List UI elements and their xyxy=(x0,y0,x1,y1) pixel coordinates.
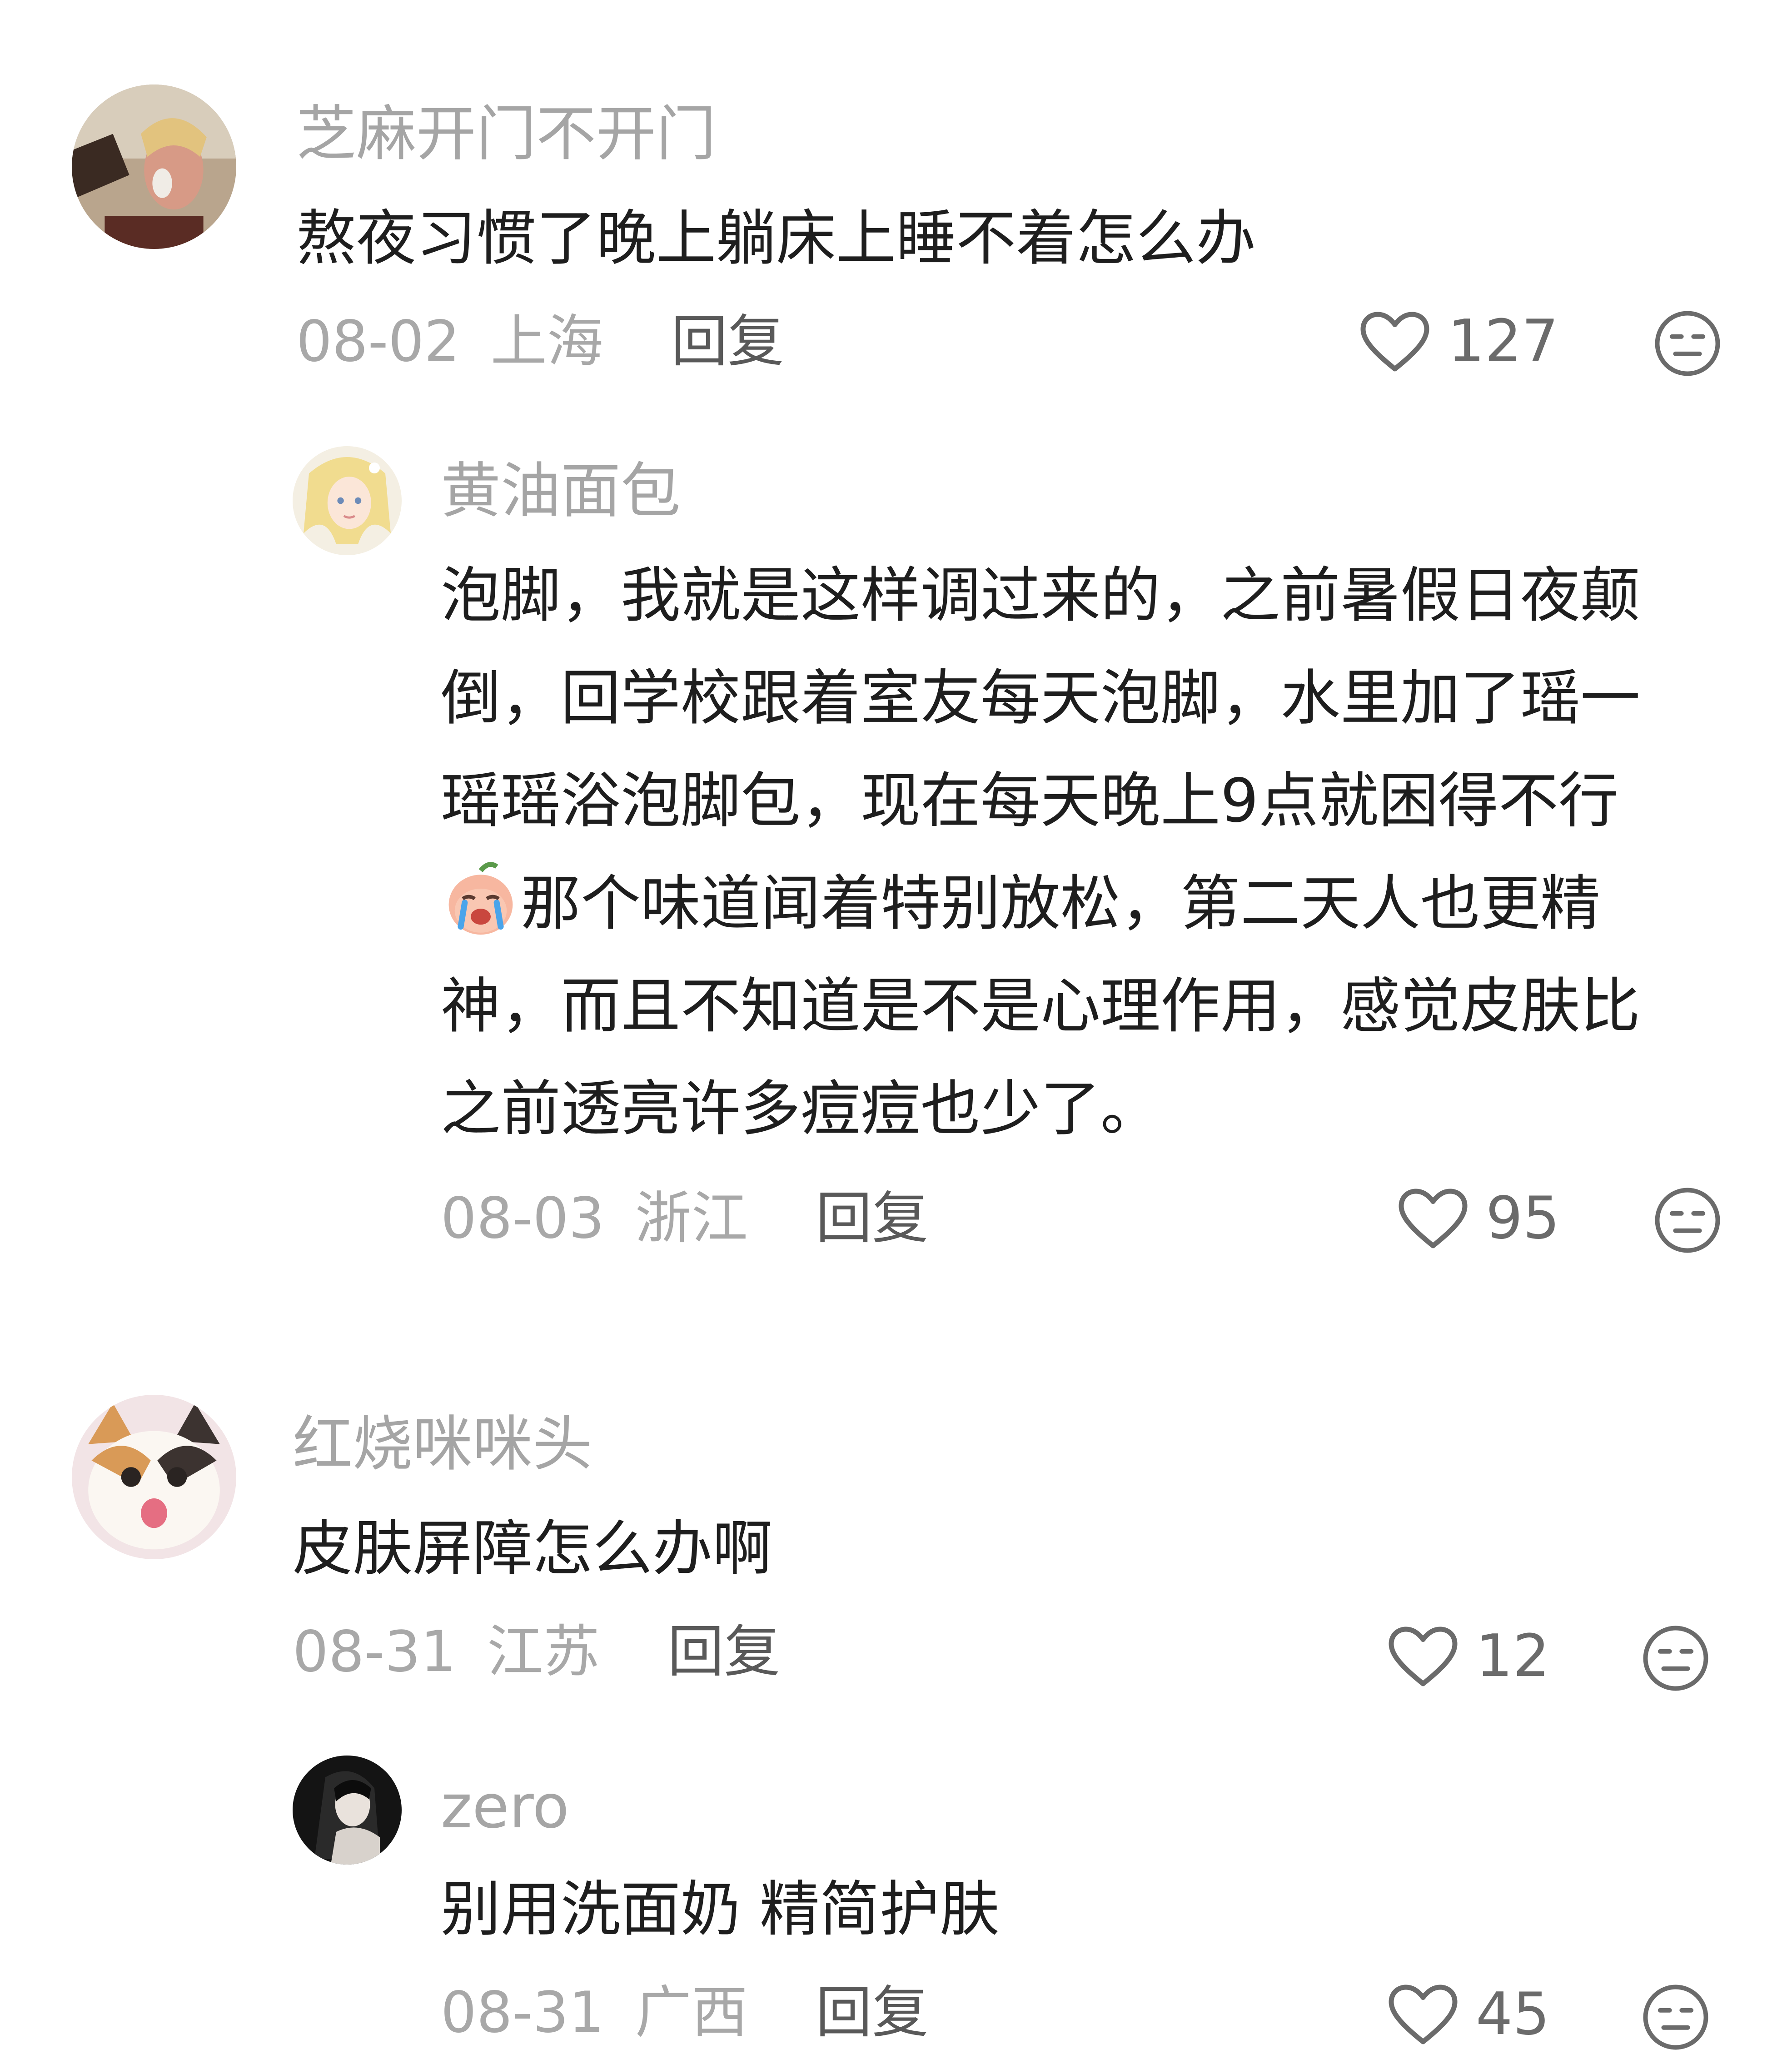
comment-date: 08-03 xyxy=(441,1186,605,1251)
comment-text-part: 那个味道闻着特别放松，第二天人也更精神，而且不知道是不是心理作用，感觉皮肤比之前… xyxy=(441,869,1640,1144)
anime-girl-avatar[interactable] xyxy=(293,446,402,555)
comment-meta: 08-31 广西 回复 xyxy=(441,1981,928,2044)
like-button[interactable]: 12 xyxy=(1387,1625,1550,1688)
dislike-face-icon[interactable] xyxy=(1653,309,1722,378)
dark-photo-avatar[interactable] xyxy=(293,1756,402,1865)
comment-meta: 08-03 浙江 回复 xyxy=(441,1187,928,1250)
comment-date: 08-02 xyxy=(296,309,460,374)
like-button[interactable]: 45 xyxy=(1387,1983,1550,2046)
dislike-face-icon[interactable] xyxy=(1653,1186,1722,1255)
like-count: 45 xyxy=(1476,1980,1550,2048)
username[interactable]: 芝麻开门不开门 xyxy=(296,100,716,168)
username[interactable]: 红烧咪咪头 xyxy=(293,1410,592,1478)
comment-meta: 08-02 上海 回复 xyxy=(296,310,784,373)
reply-button[interactable]: 回复 xyxy=(671,309,784,374)
like-button[interactable]: 127 xyxy=(1359,310,1558,373)
username[interactable]: zero xyxy=(441,1773,569,1841)
user-avatar-photo[interactable] xyxy=(72,85,236,249)
reply-button[interactable]: 回复 xyxy=(816,1186,928,1251)
heart-icon xyxy=(1387,1625,1459,1688)
heart-icon xyxy=(1387,1983,1459,2046)
comment-text-part: 泡脚，我就是这样调过来的，之前暑假日夜颠倒，回学校跟着室友每天泡脚，水里加了瑶一… xyxy=(441,561,1640,836)
reply-button[interactable]: 回复 xyxy=(816,1980,928,2045)
username[interactable]: 黄油面包 xyxy=(441,457,681,525)
comment-meta: 08-31 江苏 回复 xyxy=(293,1620,780,1684)
cat-avatar[interactable] xyxy=(72,1395,236,1559)
like-button[interactable]: 95 xyxy=(1397,1187,1560,1250)
comment-text: 皮肤屏障怎么办啊 xyxy=(293,1514,772,1584)
like-count: 127 xyxy=(1448,308,1559,375)
comment-date: 08-31 xyxy=(293,1619,457,1685)
dislike-face-icon[interactable] xyxy=(1641,1624,1710,1693)
heart-icon xyxy=(1397,1187,1469,1250)
comment-location: 上海 xyxy=(490,309,603,374)
comment-text: 泡脚，我就是这样调过来的，之前暑假日夜颠倒，回学校跟着室友每天泡脚，水里加了瑶一… xyxy=(441,544,1695,1160)
comment-text: 别用洗面奶 精简护肤 xyxy=(441,1875,1000,1945)
comment-location: 江苏 xyxy=(487,1619,600,1685)
comment-location: 浙江 xyxy=(635,1186,748,1251)
crying-peach-emoji-icon xyxy=(448,862,513,935)
comment-text: 熬夜习惯了晚上躺床上睡不着怎么办 xyxy=(296,204,1256,274)
like-count: 12 xyxy=(1476,1622,1550,1690)
like-count: 95 xyxy=(1486,1184,1560,1252)
reply-button[interactable]: 回复 xyxy=(667,1619,780,1685)
heart-icon xyxy=(1359,310,1431,373)
comment-location: 广西 xyxy=(635,1980,748,2045)
comment-date: 08-31 xyxy=(441,1980,605,2045)
dislike-face-icon[interactable] xyxy=(1641,1983,1710,2052)
